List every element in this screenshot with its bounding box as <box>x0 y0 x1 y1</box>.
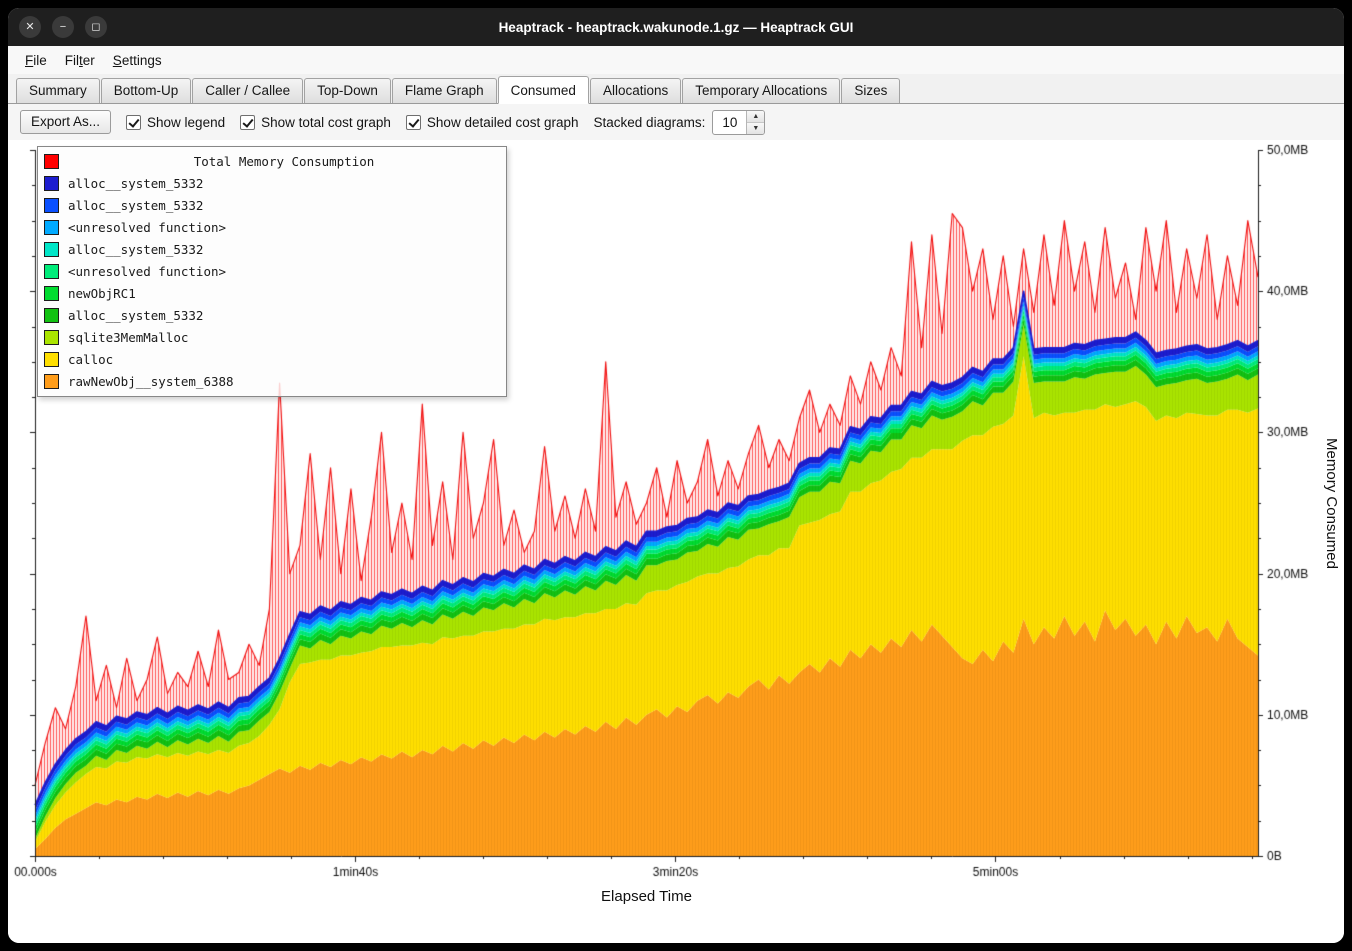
tab-sizes[interactable]: Sizes <box>841 78 900 103</box>
tab-caller-callee[interactable]: Caller / Callee <box>192 78 303 103</box>
stacked-diagrams-spinbox[interactable]: 10 ▲ ▼ <box>712 110 765 135</box>
checkbox-box[interactable] <box>126 115 141 130</box>
legend-swatch <box>44 308 59 323</box>
legend-swatch <box>44 176 59 191</box>
legend-label: calloc <box>68 352 113 367</box>
legend-label: newObjRC1 <box>68 286 136 301</box>
checkbox-box[interactable] <box>240 115 255 130</box>
legend-label: alloc__system_5332 <box>68 242 203 257</box>
spin-buttons: ▲ ▼ <box>746 111 764 134</box>
checkbox-label: Show legend <box>147 115 225 130</box>
legend-swatch <box>44 330 59 345</box>
chart-panel: Total Memory Consumption alloc__system_53… <box>8 140 1344 943</box>
x-axis-title: Elapsed Time <box>35 888 1258 905</box>
legend-title-row: Total Memory Consumption <box>38 150 506 172</box>
checkbox-label: Show detailed cost graph <box>427 115 579 130</box>
chart-legend: Total Memory Consumption alloc__system_53… <box>37 146 507 397</box>
legend-swatch <box>44 352 59 367</box>
toolbar: Export As... Show legend Show total cost … <box>8 104 1344 140</box>
checkbox-show-legend[interactable]: Show legend <box>126 115 225 130</box>
menu-bar: FileFilterSettings <box>8 46 1344 74</box>
legend-item: rawNewObj__system_6388 <box>38 370 506 392</box>
stacked-diagrams-value[interactable]: 10 <box>713 111 746 134</box>
heaptrack-window: ✕ − ◻ Heaptrack - heaptrack.wakunode.1.gz … <box>8 8 1344 943</box>
legend-swatch <box>44 198 59 213</box>
y-axis-title-wrap: Memory Consumed <box>1321 150 1341 856</box>
legend-swatch <box>44 220 59 235</box>
checkbox-show-total-cost-graph[interactable]: Show total cost graph <box>240 115 391 130</box>
legend-label: sqlite3MemMalloc <box>68 330 188 345</box>
checkbox-label: Show total cost graph <box>261 115 391 130</box>
title-bar: ✕ − ◻ Heaptrack - heaptrack.wakunode.1.gz … <box>8 8 1344 46</box>
spin-down-button[interactable]: ▼ <box>747 123 764 134</box>
legend-item: sqlite3MemMalloc <box>38 326 506 348</box>
legend-label: alloc__system_5332 <box>68 198 203 213</box>
legend-item: alloc__system_5332 <box>38 304 506 326</box>
legend-label: <unresolved function> <box>68 220 226 235</box>
legend-item: newObjRC1 <box>38 282 506 304</box>
minimize-icon: − <box>60 22 66 33</box>
tab-allocations[interactable]: Allocations <box>590 78 681 103</box>
checkbox-box[interactable] <box>406 115 421 130</box>
legend-label: alloc__system_5332 <box>68 176 203 191</box>
window-controls: ✕ − ◻ <box>8 16 107 38</box>
legend-item: calloc <box>38 348 506 370</box>
legend-label: alloc__system_5332 <box>68 308 203 323</box>
tab-temporary-allocations[interactable]: Temporary Allocations <box>682 78 840 103</box>
menu-item-settings[interactable]: Settings <box>104 49 171 72</box>
menu-item-filter[interactable]: Filter <box>56 49 104 72</box>
stacked-diagrams-label: Stacked diagrams: <box>594 115 706 130</box>
y-axis-title: Memory Consumed <box>1323 438 1340 569</box>
tab-bar: SummaryBottom-UpCaller / CalleeTop-DownF… <box>8 74 1344 104</box>
legend-item: <unresolved function> <box>38 216 506 238</box>
window-maximize-button[interactable]: ◻ <box>85 16 107 38</box>
legend-label: Total Memory Consumption <box>68 154 500 169</box>
legend-swatch <box>44 154 59 169</box>
screen: ✕ − ◻ Heaptrack - heaptrack.wakunode.1.gz … <box>0 0 1352 951</box>
legend-swatch <box>44 242 59 257</box>
legend-item: <unresolved function> <box>38 260 506 282</box>
maximize-icon: ◻ <box>91 22 100 33</box>
legend-label: rawNewObj__system_6388 <box>68 374 234 389</box>
checkbox-show-detailed-cost-graph[interactable]: Show detailed cost graph <box>406 115 579 130</box>
tab-bottom-up[interactable]: Bottom-Up <box>101 78 192 103</box>
close-icon: ✕ <box>25 22 34 33</box>
tab-summary[interactable]: Summary <box>16 78 100 103</box>
stacked-diagrams-control: Stacked diagrams: 10 ▲ ▼ <box>594 110 766 135</box>
spin-up-button[interactable]: ▲ <box>747 111 764 123</box>
checkbox-group: Show legend Show total cost graph Show det… <box>126 115 579 130</box>
legend-item: alloc__system_5332 <box>38 172 506 194</box>
window-minimize-button[interactable]: − <box>52 16 74 38</box>
legend-label: <unresolved function> <box>68 264 226 279</box>
export-as-button[interactable]: Export As... <box>20 110 111 134</box>
legend-swatch <box>44 286 59 301</box>
window-title: Heaptrack - heaptrack.wakunode.1.gz — He… <box>8 20 1344 35</box>
legend-item: alloc__system_5332 <box>38 238 506 260</box>
menu-item-file[interactable]: File <box>16 49 56 72</box>
legend-item: alloc__system_5332 <box>38 194 506 216</box>
tab-consumed[interactable]: Consumed <box>498 76 589 104</box>
window-close-button[interactable]: ✕ <box>19 16 41 38</box>
legend-swatch <box>44 264 59 279</box>
tab-flame-graph[interactable]: Flame Graph <box>392 78 497 103</box>
tab-top-down[interactable]: Top-Down <box>304 78 391 103</box>
legend-swatch <box>44 374 59 389</box>
